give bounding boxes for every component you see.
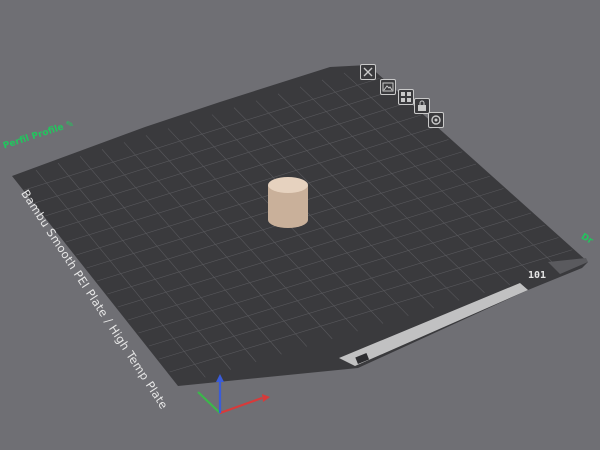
x-axis bbox=[219, 396, 263, 415]
remove-plate-icon[interactable] bbox=[360, 64, 376, 80]
cylinder-top bbox=[268, 177, 308, 193]
plate-index-badge: 101 bbox=[528, 270, 547, 281]
arrange-icon[interactable] bbox=[398, 89, 414, 105]
settings-icon[interactable] bbox=[428, 112, 444, 128]
3d-viewport[interactable] bbox=[0, 0, 600, 450]
image-icon[interactable] bbox=[380, 79, 396, 95]
y-axis bbox=[197, 391, 221, 414]
model-object[interactable] bbox=[268, 177, 308, 228]
x-axis-arrow bbox=[262, 394, 270, 402]
